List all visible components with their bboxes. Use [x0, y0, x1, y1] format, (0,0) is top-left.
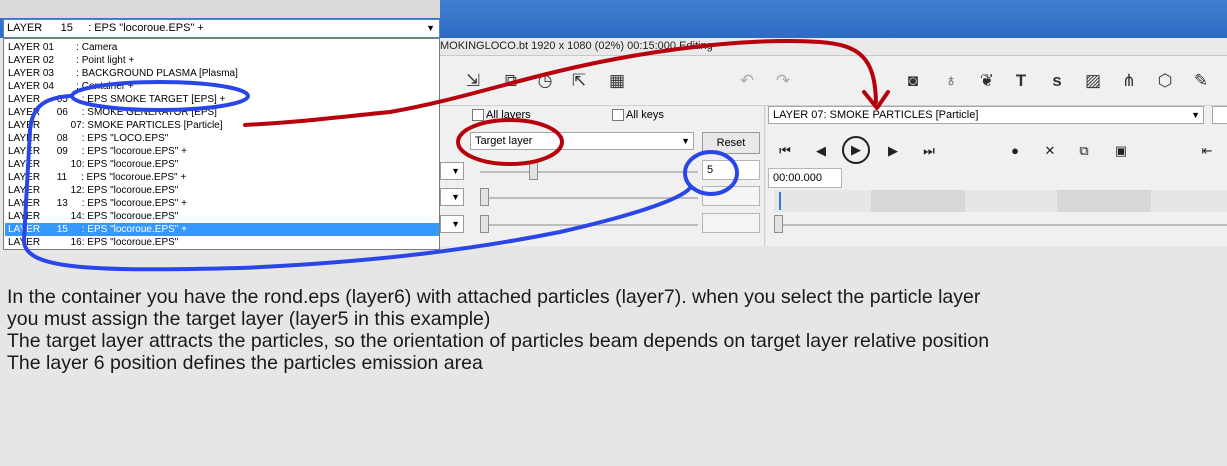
timeline-panel: LAYER 07: SMOKE PARTICLES [Particle] ▼ ⏮… — [766, 106, 1227, 246]
layer-option[interactable]: LAYER 06 : SMOKE GENERATOR [EPS] — [5, 106, 439, 119]
layer-option[interactable]: LAYER 12: EPS "locoroue.EPS" — [5, 184, 439, 197]
play-icon[interactable]: ▶ — [842, 136, 870, 164]
film-icon[interactable]: ▦ — [606, 70, 628, 92]
timeline-cursor[interactable] — [779, 192, 781, 210]
slider-thumb-2[interactable] — [480, 188, 489, 206]
all-layers-label: All layers — [486, 109, 531, 121]
layer-option[interactable]: LAYER 04 : Container + — [5, 80, 439, 93]
layer-option[interactable]: LAYER 08 : EPS "LOCO.EPS" — [5, 132, 439, 145]
layer-select[interactable]: LAYER 15 : EPS "locoroue.EPS" + ▼ — [3, 19, 440, 38]
top-toolbar-strip — [0, 0, 440, 18]
window-title: MOKINGLOCO.bt 1920 x 1080 (02%) 00:15:00… — [440, 40, 713, 52]
collapse-icon[interactable]: ⇤ — [1194, 138, 1220, 164]
step-forward-icon[interactable]: ▶ — [880, 138, 906, 164]
particles-icon[interactable]: ❦ — [976, 70, 998, 92]
slider-track-3 — [480, 224, 698, 226]
target-value-field[interactable]: 5 — [702, 160, 760, 180]
folder-open-icon[interactable]: ⇱ — [568, 70, 590, 92]
layer-option[interactable]: LAYER 13 : EPS "locoroue.EPS" + — [5, 197, 439, 210]
description-line: The target layer attracts the particles,… — [7, 330, 990, 352]
description-line: In the container you have the rond.eps (… — [7, 286, 981, 308]
redo-icon[interactable]: ↷ — [772, 70, 794, 92]
go-end-icon[interactable]: ⏭ — [916, 138, 942, 164]
scroll-thumb[interactable] — [774, 215, 783, 233]
layer-option[interactable]: LAYER 10: EPS "locoroue.EPS" — [5, 158, 439, 171]
description-line: The layer 6 position defines the particl… — [7, 352, 483, 374]
chevron-down-icon: ▼ — [426, 23, 435, 33]
go-start-icon[interactable]: ⏮ — [772, 138, 798, 164]
description-line: you must assign the target layer (layer5… — [7, 308, 491, 330]
light-bulb-icon[interactable]: ♁ — [940, 70, 962, 92]
clipped-select-right[interactable] — [1212, 106, 1227, 124]
record-icon[interactable]: ● — [1002, 138, 1028, 164]
current-layer-select-value: LAYER 07: SMOKE PARTICLES [Particle] — [773, 109, 979, 121]
clock-icon[interactable]: ◷ — [534, 70, 556, 92]
step-back-icon[interactable]: ◀ — [808, 138, 834, 164]
layer-option[interactable]: LAYER 01 : Camera — [5, 41, 439, 54]
slider-thumb-3[interactable] — [480, 215, 489, 233]
layer-select-value: LAYER 15 : EPS "locoroue.EPS" + — [7, 22, 204, 34]
layer-option[interactable]: LAYER 03 : BACKGROUND PLASMA [Plasma] — [5, 67, 439, 80]
all-keys-checkbox[interactable] — [612, 109, 624, 121]
timeline-segment — [1057, 190, 1151, 212]
layer-properties-panel: All layers All keys Target layer ▼ Reset… — [440, 106, 765, 246]
layer-dropdown-list: LAYER 01 : Camera LAYER 02 : Point light… — [3, 38, 440, 250]
timeline-track[interactable] — [774, 190, 1227, 212]
paste-icon[interactable]: ▣ — [1108, 138, 1134, 164]
layer-option[interactable]: LAYER 07: SMOKE PARTICLES [Particle] — [5, 119, 439, 132]
scroll-track — [780, 224, 1227, 226]
layer-option[interactable]: LAYER 11 : EPS "locoroue.EPS" + — [5, 171, 439, 184]
all-keys-label: All keys — [626, 109, 664, 121]
close-icon[interactable]: ✕ — [1037, 138, 1063, 164]
chevron-down-icon: ▼ — [1191, 110, 1200, 120]
camera-icon[interactable]: ◙ — [902, 70, 924, 92]
nodes-icon[interactable]: ⋔ — [1118, 70, 1140, 92]
layer-option-selected[interactable]: LAYER 15 : EPS "locoroue.EPS" + — [5, 223, 439, 236]
reset-button[interactable]: Reset — [702, 132, 760, 154]
layer-option[interactable]: LAYER 09 : EPS "locoroue.EPS" + — [5, 145, 439, 158]
export-icon[interactable]: ⧉ — [500, 70, 522, 92]
undo-icon[interactable]: ↶ — [736, 70, 758, 92]
copy-icon[interactable]: ⧉ — [1071, 138, 1097, 164]
timeline-segment — [871, 190, 965, 212]
slider-track-1 — [480, 171, 698, 173]
description-text: In the container you have the rond.eps (… — [7, 286, 1222, 374]
import-icon[interactable]: ⇲ — [462, 70, 484, 92]
brush-icon[interactable]: ✎ — [1190, 70, 1212, 92]
layer-option[interactable]: LAYER 05 : EPS SMOKE TARGET [EPS] + — [5, 93, 439, 106]
value-field-3[interactable] — [702, 213, 760, 233]
all-layers-checkbox[interactable] — [472, 109, 484, 121]
text-icon[interactable]: T — [1010, 70, 1032, 92]
slider-track-2 — [480, 197, 698, 199]
image-icon[interactable]: ▨ — [1082, 70, 1104, 92]
s-icon[interactable]: s — [1046, 70, 1068, 92]
slider-thumb-1[interactable] — [529, 162, 538, 180]
chevron-down-icon: ▼ — [681, 136, 690, 146]
value-field-2[interactable] — [702, 186, 760, 206]
cube-icon[interactable]: ⬡ — [1154, 70, 1176, 92]
layer-option[interactable]: LAYER 16: EPS "locoroue.EPS" — [5, 236, 439, 249]
layer-option[interactable]: LAYER 14: EPS "locoroue.EPS" — [5, 210, 439, 223]
target-layer-select-value: Target layer — [475, 135, 533, 147]
clipped-select-2[interactable]: ▼ — [440, 188, 464, 206]
layer-option[interactable]: LAYER 02 : Point light + — [5, 54, 439, 67]
target-layer-select[interactable]: Target layer ▼ — [470, 132, 694, 150]
clipped-select-1[interactable]: ▼ — [440, 162, 464, 180]
clipped-select-3[interactable]: ▼ — [440, 215, 464, 233]
main-toolbar: ⇲ ⧉ ◷ ⇱ ▦ ↶ ↷ ◙ ♁ ❦ T s ▨ ⋔ ⬡ ✎ — [440, 56, 1227, 106]
title-bar: MOKINGLOCO.bt 1920 x 1080 (02%) 00:15:00… — [440, 38, 1227, 56]
current-layer-select[interactable]: LAYER 07: SMOKE PARTICLES [Particle] ▼ — [768, 106, 1204, 124]
timecode-field[interactable]: 00:00.000 — [768, 168, 842, 188]
